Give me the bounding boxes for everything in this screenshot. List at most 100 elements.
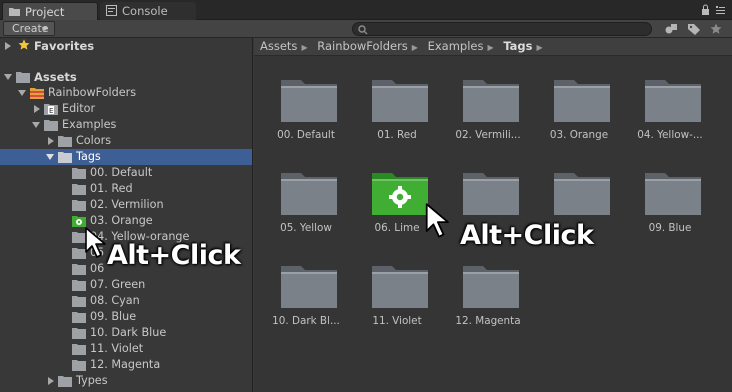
tree-row-rainbowfolders[interactable]: RainbowFolders: [0, 85, 252, 101]
filter-by-type-button[interactable]: [662, 21, 682, 37]
tree-row-tag-item[interactable]: 09. Blue: [0, 309, 252, 325]
breadcrumb-separator-icon: ▶: [411, 43, 418, 52]
folder-icon: [281, 173, 337, 215]
tree-row-types[interactable]: Types: [0, 373, 252, 389]
star-icon: [710, 23, 722, 34]
folder-icon: [16, 72, 30, 83]
tree-row-colors[interactable]: Colors: [0, 133, 252, 149]
folder-icon: [281, 80, 337, 122]
tree-row-tag-item[interactable]: 01. Red: [0, 181, 252, 197]
editor-folder-icon: E: [44, 104, 58, 115]
asset-folder-label: 05. Yellow: [280, 222, 332, 234]
tree-row-tag-item[interactable]: 08. Cyan: [0, 293, 252, 309]
tree-label-tag-item: 07. Green: [90, 278, 146, 291]
tree-row-tag-item[interactable]: 03. Orange: [0, 213, 252, 229]
breadcrumb-item[interactable]: Examples: [428, 39, 484, 53]
tab-project[interactable]: Project: [2, 2, 98, 20]
asset-folder-tile[interactable]: 05. Yellow: [261, 167, 349, 257]
tree-label-colors: Colors: [76, 134, 112, 147]
folder-icon: [58, 136, 72, 147]
collapse-arrow-icon[interactable]: [46, 154, 54, 160]
breadcrumb-separator-icon: ▶: [536, 43, 543, 52]
search-input[interactable]: [352, 22, 652, 36]
breadcrumb-item[interactable]: RainbowFolders: [317, 39, 408, 53]
tree-label-favorites: Favorites: [34, 39, 95, 53]
folder-icon: [72, 296, 86, 307]
tab-console[interactable]: Console: [100, 2, 196, 20]
folder-icon: [72, 264, 86, 275]
console-icon: [106, 5, 117, 16]
tree-row-tag-item[interactable]: 12. Magenta: [0, 357, 252, 373]
project-toolbar: Create: [0, 20, 732, 38]
expand-arrow-icon[interactable]: [48, 377, 54, 385]
tree-row-tag-item[interactable]: 10. Dark Blue: [0, 325, 252, 341]
folder-icon: [645, 80, 701, 122]
tab-project-label: Project: [25, 5, 65, 19]
tree-row-examples[interactable]: Examples: [0, 117, 252, 133]
tree-row-tag-item[interactable]: 00. Default: [0, 165, 252, 181]
tree-row-editor[interactable]: E Editor: [0, 101, 252, 117]
folder-icon: [372, 80, 428, 122]
tree-label-editor: Editor: [62, 102, 96, 115]
asset-folder-label: 00. Default: [277, 129, 335, 141]
folder-icon: [72, 328, 86, 339]
tree-row-tag-item[interactable]: 11. Violet: [0, 341, 252, 357]
folder-icon: [463, 266, 519, 308]
star-icon: [18, 39, 30, 50]
asset-folder-tile[interactable]: 03. Orange: [534, 74, 622, 164]
breadcrumb-current[interactable]: Tags: [503, 39, 532, 53]
folder-icon: [58, 152, 72, 163]
asset-folder-tile[interactable]: 00. Default: [261, 74, 349, 164]
toolbar-filter-icons: [662, 21, 726, 37]
asset-folder-label: 11. Violet: [372, 315, 422, 327]
asset-folder-label: 01. Red: [377, 129, 417, 141]
create-dropdown-button[interactable]: Create: [3, 21, 55, 36]
asset-folder-label: 12. Magenta: [455, 315, 521, 327]
lock-menu-icon[interactable]: [700, 3, 726, 17]
tree-row-tag-item[interactable]: 07. Green: [0, 277, 252, 293]
folder-icon: [58, 376, 72, 387]
tree-row-assets[interactable]: Assets: [0, 69, 252, 85]
tree-row-tags[interactable]: Tags: [0, 149, 252, 165]
folder-tab-icon: [9, 8, 20, 16]
asset-folder-tile[interactable]: 10. Dark Bl...: [261, 260, 349, 350]
asset-folder-tile[interactable]: 09. Blue: [625, 167, 713, 257]
tree-label-assets: Assets: [34, 70, 77, 84]
asset-folder-tile[interactable]: 12. Magenta: [443, 260, 531, 350]
tree-label-types: Types: [76, 374, 108, 387]
asset-grid-pane: Assets ▶ RainbowFolders ▶ Examples ▶ Tags ▶ …: [254, 38, 732, 392]
asset-folder-tile[interactable]: 11. Violet: [352, 260, 440, 350]
tree-label-tag-item: 09. Blue: [90, 310, 137, 323]
folder-icon: [44, 120, 58, 131]
tab-bar: Project Console: [0, 0, 732, 20]
expand-arrow-icon[interactable]: [48, 137, 54, 145]
asset-folder-tile[interactable]: 04. Yellow-...: [625, 74, 713, 164]
tree-label-tag-item: 11. Violet: [90, 342, 144, 355]
tree-label-tag-item: 02. Vermilion: [90, 198, 164, 211]
breadcrumb-item[interactable]: Assets: [260, 39, 297, 53]
asset-folder-label: 04. Yellow-...: [637, 129, 703, 141]
asset-folder-tile[interactable]: 02. Vermili...: [443, 74, 531, 164]
tree-label-tag-item: 06: [90, 262, 105, 275]
tab-console-label: Console: [122, 4, 168, 18]
collapse-arrow-icon[interactable]: [18, 90, 26, 96]
chevron-down-icon: [42, 27, 48, 31]
collapse-arrow-icon[interactable]: [32, 122, 40, 128]
gear-folder-icon: [372, 173, 428, 215]
asset-folder-tile[interactable]: 01. Red: [352, 74, 440, 164]
tree-row-tag-item[interactable]: 02. Vermilion: [0, 197, 252, 213]
folder-icon: [554, 173, 610, 215]
search-icon: [358, 25, 368, 35]
folder-icon: [72, 200, 86, 211]
asset-folder-label: 09. Blue: [648, 222, 692, 234]
expand-arrow-icon[interactable]: [5, 42, 11, 50]
asset-folder-label: 03. Orange: [549, 129, 609, 141]
tree-row-favorites[interactable]: Favorites: [0, 38, 252, 54]
tree-label-tag-item: 01. Red: [90, 182, 133, 195]
expand-arrow-icon[interactable]: [34, 105, 40, 113]
folder-icon: [463, 80, 519, 122]
favorite-button[interactable]: [706, 21, 726, 37]
filter-by-label-button[interactable]: [684, 21, 704, 37]
folder-icon: [372, 266, 428, 308]
collapse-arrow-icon[interactable]: [4, 74, 12, 80]
